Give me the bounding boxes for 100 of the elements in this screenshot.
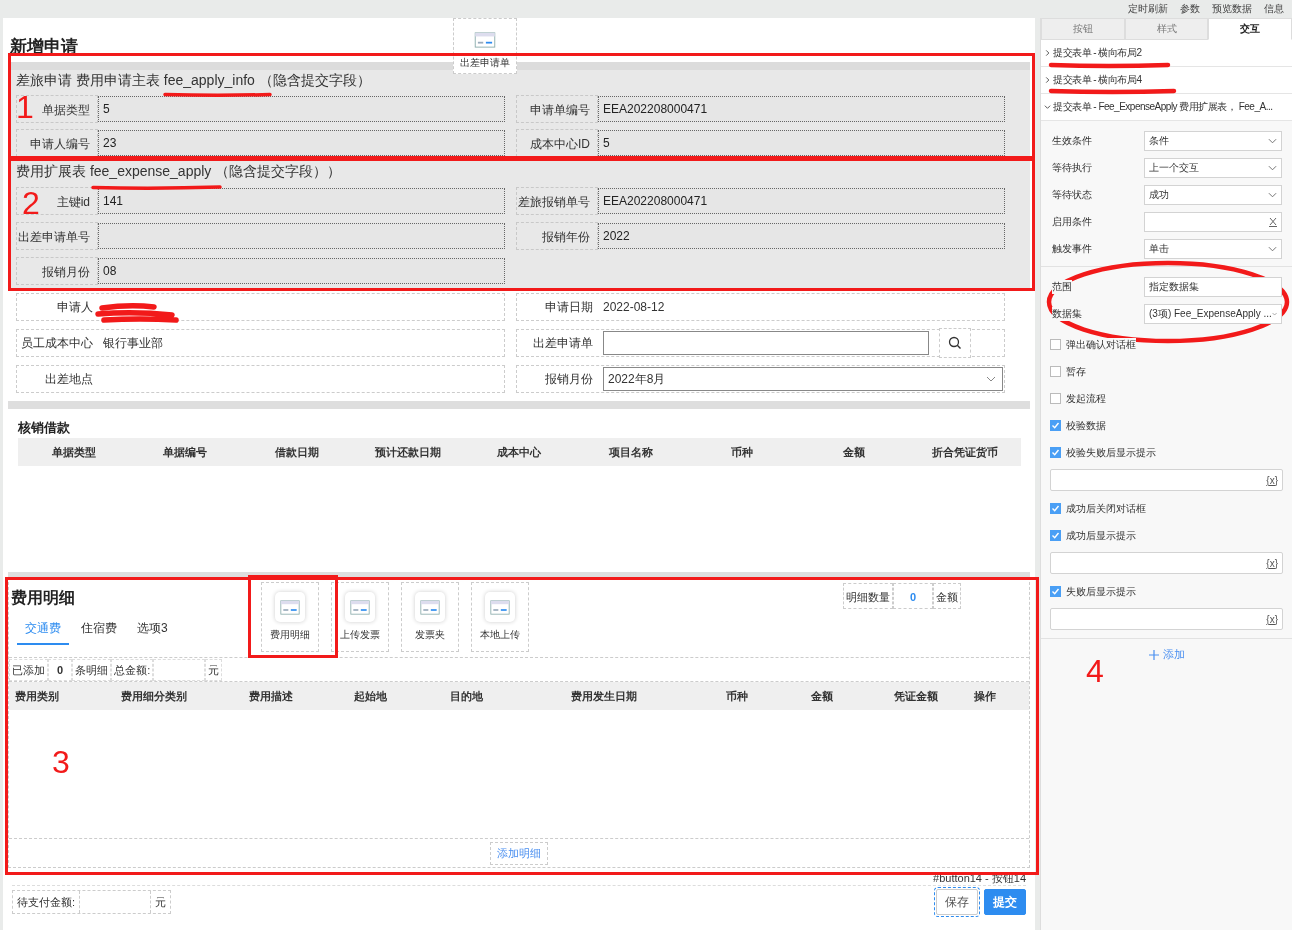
variable-icon[interactable]: {x}	[1266, 557, 1278, 569]
action-item[interactable]: 提交表单 - 横向布局2	[1041, 40, 1292, 67]
total-label: 总金额:	[111, 658, 154, 681]
setting-label: 数据集	[1052, 306, 1082, 321]
checkbox[interactable]	[1050, 503, 1061, 514]
toolbar-button[interactable]: 上传发票	[331, 582, 389, 652]
setting-label: 触发事件	[1052, 241, 1092, 256]
checkbox-label: 失败后显示提示	[1066, 584, 1136, 599]
window-icon	[490, 599, 510, 615]
annotation-number: 3	[52, 745, 70, 779]
pending-amount-label: 待支付金额:	[16, 895, 77, 910]
variable-icon[interactable]: {x}	[1266, 613, 1278, 625]
tab[interactable]: 样式	[1124, 18, 1209, 40]
readonly-field[interactable]: 2022	[598, 222, 1005, 249]
input-field[interactable]: {x}	[1050, 608, 1283, 630]
caret-icon	[1271, 310, 1277, 317]
input-field[interactable]: {x}	[1050, 469, 1283, 491]
column-header: 操作	[974, 688, 997, 704]
toolbar-button[interactable]: 费用明细	[261, 582, 319, 652]
checkbox-label: 发起流程	[1066, 391, 1106, 406]
window-icon	[280, 599, 300, 615]
checkbox-label: 弹出确认对话框	[1066, 337, 1136, 352]
column-header: 币种	[726, 688, 749, 704]
action-item[interactable]: 提交表单 - Fee_ExpenseApply 费用扩展表， Fee_A...	[1041, 94, 1292, 121]
tab[interactable]: 按钮	[1041, 18, 1125, 40]
checkbox[interactable]	[1050, 586, 1061, 597]
tab[interactable]: 交互	[1208, 18, 1292, 40]
setting-label: 等待状态	[1052, 187, 1092, 202]
window-icon	[474, 32, 496, 48]
select-field[interactable]: 指定数据集	[1144, 276, 1282, 297]
plus-icon	[1148, 649, 1159, 660]
readonly-field[interactable]	[98, 222, 505, 249]
checkbox-label: 成功后显示提示	[1066, 528, 1136, 543]
readonly-field[interactable]: 23	[98, 130, 505, 156]
checkbox[interactable]	[1050, 366, 1061, 377]
field-label: 员工成本中心	[20, 334, 94, 352]
travel-request-button[interactable]: 出差申请单	[453, 18, 517, 74]
select-field[interactable]: 成功	[1144, 184, 1282, 205]
setting-label: 等待执行	[1052, 160, 1092, 175]
column-header: 费用发生日期	[571, 688, 638, 704]
added-label: 已添加	[9, 658, 48, 681]
toolbar-link[interactable]: 预览数据	[1212, 2, 1252, 16]
count-label: 明细数量	[842, 583, 893, 609]
total-field	[153, 658, 206, 681]
caret-icon	[1268, 137, 1277, 144]
column-header: 项目名称	[607, 444, 654, 460]
count-value: 0	[892, 583, 933, 609]
toolbar-button[interactable]: 本地上传	[471, 582, 529, 652]
readonly-field[interactable]: 08	[98, 257, 505, 284]
checkbox-label: 校验失败后显示提示	[1066, 445, 1156, 460]
setting-label: 生效条件	[1052, 133, 1092, 148]
toolbar-button[interactable]: 发票夹	[401, 582, 459, 652]
readonly-field[interactable]: EEA202208000471	[598, 96, 1005, 122]
column-header: 预计还款日期	[374, 444, 443, 460]
column-header: 折合凭证货币	[931, 444, 1000, 460]
field-value: 银行事业部	[103, 334, 163, 352]
checkbox[interactable]	[1050, 447, 1061, 458]
column-header: 单据类型	[50, 444, 97, 460]
checkbox[interactable]	[1050, 420, 1061, 431]
toolbar-link[interactable]: 定时刷新	[1128, 2, 1168, 16]
column-header: 起始地	[354, 688, 388, 704]
field-label: 出差申请单	[532, 334, 594, 352]
add-detail-button[interactable]: 添加明细	[490, 841, 548, 865]
checkbox[interactable]	[1050, 530, 1061, 541]
select-field[interactable]: 2022年8月	[603, 367, 1003, 391]
field-label: 申请人	[56, 298, 94, 316]
select-field[interactable]: 上一个交互	[1144, 157, 1282, 178]
toolbar-link[interactable]: 参数	[1180, 2, 1200, 16]
input-field[interactable]	[603, 331, 929, 355]
tab[interactable]: 交通费	[17, 614, 69, 645]
column-header: 费用类别	[15, 688, 60, 704]
checkbox-label: 暂存	[1066, 364, 1086, 379]
toolbar-link[interactable]: 信息	[1264, 2, 1284, 16]
variable-icon[interactable]: {x}	[1266, 474, 1278, 486]
annotation-number: 1	[16, 90, 34, 124]
readonly-field[interactable]: EEA202208000471	[598, 187, 1005, 214]
column-header: 成本中心	[496, 444, 543, 460]
readonly-field[interactable]: 5	[598, 130, 1005, 156]
column-header: 币种	[730, 444, 755, 460]
tab[interactable]: 选项3	[129, 614, 176, 645]
tab[interactable]: 住宿费	[73, 614, 125, 645]
select-field[interactable]: 条件	[1144, 130, 1282, 151]
checkbox[interactable]	[1050, 393, 1061, 404]
annotation-number: 2	[22, 186, 40, 220]
amount-label: 金额	[933, 583, 961, 609]
select-field[interactable]: 单击	[1144, 238, 1282, 259]
save-button[interactable]: 保存	[936, 889, 978, 915]
select-field[interactable]: (3项) Fee_ExpenseApply ...	[1144, 303, 1282, 324]
form-title: 新增申请	[10, 36, 78, 58]
section-heading: 费用扩展表 fee_expense_apply （隐含提交字段））	[16, 162, 342, 181]
clear-icon[interactable]	[1269, 216, 1277, 227]
search-button[interactable]	[939, 328, 971, 358]
checkbox-label: 校验数据	[1066, 418, 1106, 433]
readonly-field[interactable]: 141	[98, 187, 505, 214]
input-field[interactable]: {x}	[1050, 552, 1283, 574]
currency-label: 元	[154, 895, 168, 910]
field-label: 申请日期	[544, 298, 594, 316]
added-count: 0	[48, 658, 73, 681]
checkbox[interactable]	[1050, 339, 1061, 350]
readonly-field[interactable]: 5	[98, 96, 505, 122]
